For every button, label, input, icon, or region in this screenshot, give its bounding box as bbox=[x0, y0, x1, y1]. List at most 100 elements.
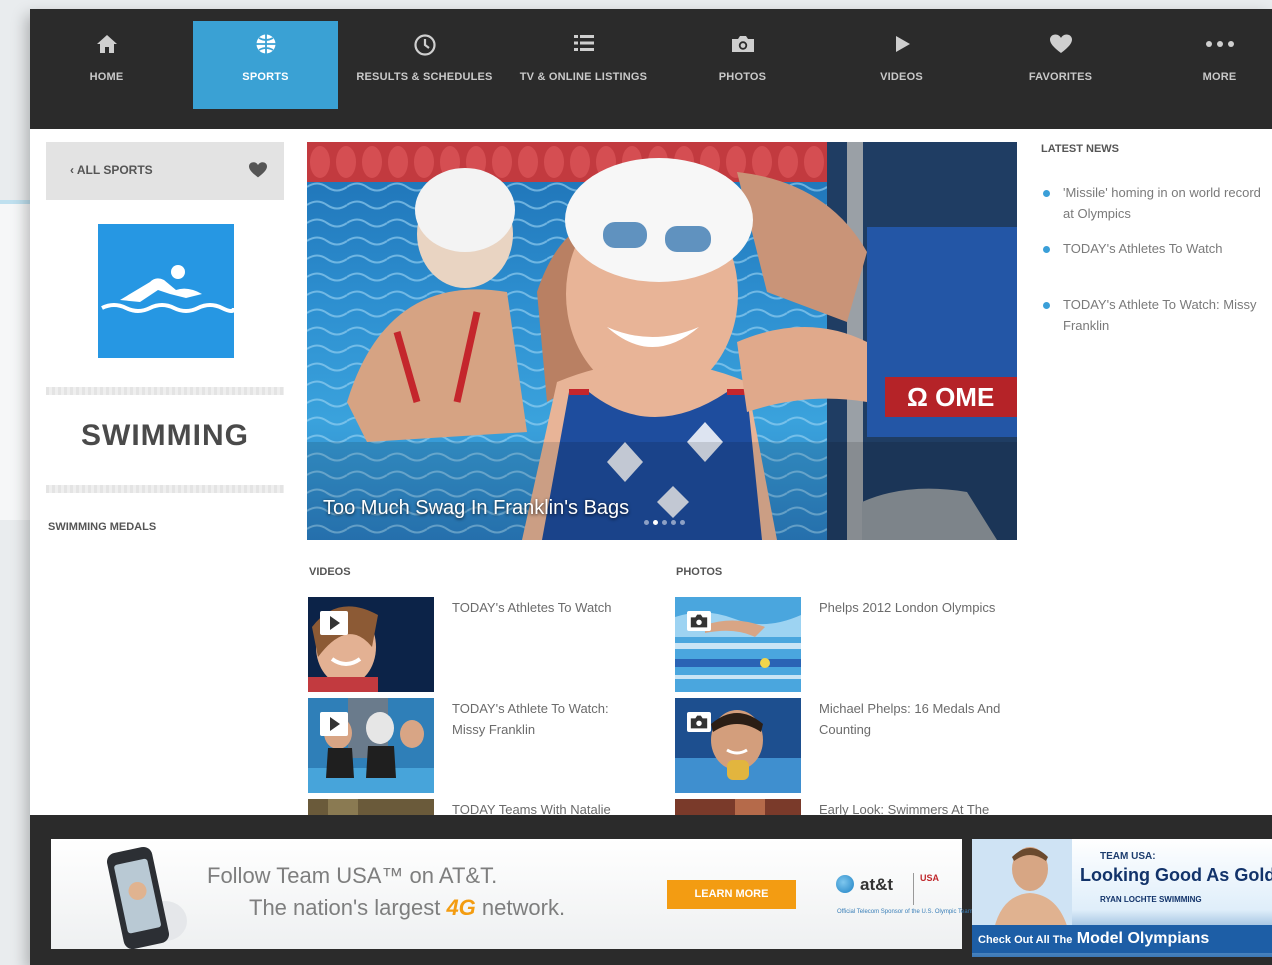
swimming-icon bbox=[98, 224, 236, 358]
photo-thumbnail bbox=[675, 698, 801, 793]
photo-item[interactable]: Phelps 2012 London Olympics bbox=[675, 597, 1015, 693]
video-thumbnail bbox=[308, 698, 434, 793]
home-icon bbox=[34, 33, 179, 59]
more-icon bbox=[1147, 33, 1272, 59]
all-sports-back-link[interactable]: ‹ ALL SPORTS bbox=[70, 163, 153, 177]
news-title: 'Missile' homing in on world record at O… bbox=[1063, 185, 1261, 221]
nav-home[interactable]: HOME bbox=[34, 21, 179, 109]
nav-videos[interactable]: VIDEOS bbox=[829, 21, 974, 109]
nav-videos-label: VIDEOS bbox=[880, 71, 923, 83]
video-item[interactable]: TODAY's Athletes To Watch bbox=[308, 597, 648, 693]
clock-icon bbox=[352, 33, 497, 59]
ad-cta-big: Model Olympians bbox=[1076, 930, 1210, 947]
ad-team-label: TEAM USA: bbox=[1100, 851, 1156, 862]
ad-headline: Follow Team USA™ on AT&T. bbox=[207, 863, 498, 888]
4g-logo: 4G bbox=[446, 895, 476, 920]
photo-title: Early Look: Swimmers At The bbox=[819, 802, 990, 816]
nav-photos[interactable]: PHOTOS bbox=[670, 21, 815, 109]
play-icon bbox=[829, 33, 974, 59]
video-title: TODAY's Athletes To Watch bbox=[452, 600, 612, 615]
carousel-dot[interactable] bbox=[644, 520, 649, 525]
hero-carousel[interactable]: Ω OME Too Much Swag In Franklin's Bags bbox=[307, 142, 1017, 540]
att-logo-text: at&t bbox=[860, 875, 894, 894]
news-title: TODAY's Athletes To Watch bbox=[1063, 241, 1223, 256]
nav-results-label: RESULTS & SCHEDULES bbox=[356, 71, 493, 83]
ad-model-photo bbox=[972, 839, 1072, 929]
ad-subline: RYAN LOCHTE SWIMMING bbox=[1100, 895, 1202, 904]
att-ad-banner[interactable]: Follow Team USA™ on AT&T. The nation's l… bbox=[51, 839, 973, 950]
globe-icon bbox=[836, 875, 854, 893]
hero-image: Ω OME bbox=[307, 142, 1017, 540]
nav-more-label: MORE bbox=[1202, 71, 1237, 83]
photos-heading: PHOTOS bbox=[676, 566, 723, 578]
video-item[interactable]: TODAY's Athlete To Watch: Missy Franklin bbox=[308, 698, 648, 794]
ad-subline: The nation's largest 4G network. bbox=[249, 895, 565, 921]
play-icon bbox=[320, 712, 348, 736]
sport-title: SWIMMING bbox=[81, 419, 249, 452]
bullet-icon bbox=[1043, 302, 1050, 309]
svg-text:Ω OME: Ω OME bbox=[907, 382, 994, 412]
ad-headline: Looking Good As Gold bbox=[1080, 865, 1272, 885]
news-item[interactable]: 'Missile' homing in on world record at O… bbox=[1041, 182, 1261, 224]
photo-title: Michael Phelps: 16 Medals And Counting bbox=[819, 701, 1001, 737]
carousel-dot[interactable] bbox=[671, 520, 676, 525]
page: HOME SPORTS RESULTS & SCHEDULES TV & ONL… bbox=[0, 0, 1272, 965]
nav-favorites-label: FAVORITES bbox=[1028, 71, 1093, 83]
video-item[interactable]: TODAY Teams With Natalie bbox=[308, 799, 648, 816]
all-sports-bar: ‹ ALL SPORTS bbox=[46, 142, 284, 200]
heart-icon bbox=[988, 33, 1133, 59]
usa-badge: USA bbox=[913, 873, 943, 905]
nav-more[interactable]: MORE bbox=[1147, 21, 1272, 109]
nav-tv-listings[interactable]: TV & ONLINE LISTINGS bbox=[511, 21, 656, 109]
carousel-dot[interactable] bbox=[653, 520, 658, 525]
hero-caption: Too Much Swag In Franklin's Bags bbox=[323, 497, 630, 519]
photo-title: Phelps 2012 London Olympics bbox=[819, 600, 996, 615]
news-item[interactable]: TODAY's Athlete To Watch: Missy Franklin bbox=[1041, 294, 1261, 336]
favorite-heart-icon[interactable] bbox=[248, 161, 268, 184]
swimming-medals-link[interactable]: SWIMMING MEDALS bbox=[48, 521, 156, 533]
nav-favorites[interactable]: FAVORITES bbox=[988, 21, 1133, 109]
news-title: TODAY's Athlete To Watch: Missy Franklin bbox=[1063, 297, 1257, 333]
list-icon bbox=[511, 33, 656, 59]
nav-home-label: HOME bbox=[89, 71, 124, 83]
ad-subline-pre: The nation's largest bbox=[249, 895, 441, 920]
ad-cta-small: Check Out All The bbox=[978, 934, 1073, 946]
att-logo: at&t bbox=[836, 875, 893, 895]
nav-sports[interactable]: SPORTS bbox=[193, 21, 338, 109]
top-navigation: HOME SPORTS RESULTS & SCHEDULES TV & ONL… bbox=[30, 9, 1272, 129]
camera-icon bbox=[670, 33, 815, 59]
carousel-dot[interactable] bbox=[662, 520, 667, 525]
bullet-icon bbox=[1043, 190, 1050, 197]
nav-results-schedules[interactable]: RESULTS & SCHEDULES bbox=[352, 21, 497, 109]
video-thumbnail bbox=[308, 799, 434, 816]
nav-photos-label: PHOTOS bbox=[718, 71, 767, 83]
ad-cta[interactable]: Check Out All The Model Olympians bbox=[972, 925, 1272, 953]
ad-subline-post: network. bbox=[481, 895, 566, 920]
videos-heading: VIDEOS bbox=[309, 566, 351, 578]
nav-sports-label: SPORTS bbox=[242, 71, 289, 83]
phone-icon bbox=[106, 845, 187, 954]
carousel-dot[interactable] bbox=[680, 520, 685, 525]
ad-footer: Follow Team USA™ on AT&T. The nation's l… bbox=[30, 815, 1272, 965]
chevron-left-icon: ‹ bbox=[70, 163, 77, 177]
video-title: TODAY's Athlete To Watch: Missy Franklin bbox=[452, 701, 609, 737]
globe-icon bbox=[193, 33, 338, 59]
app-window: HOME SPORTS RESULTS & SCHEDULES TV & ONL… bbox=[30, 9, 1272, 965]
video-thumbnail bbox=[308, 597, 434, 692]
photo-thumbnail bbox=[675, 597, 801, 692]
carousel-dots bbox=[642, 512, 687, 530]
camera-icon bbox=[687, 712, 711, 732]
learn-more-button[interactable]: LEARN MORE bbox=[667, 880, 796, 909]
divider bbox=[46, 485, 284, 493]
photo-item[interactable]: Early Look: Swimmers At The bbox=[675, 799, 1015, 816]
lochte-ad-banner[interactable]: TEAM USA: Looking Good As Gold RYAN LOCH… bbox=[972, 839, 1272, 957]
bullet-icon bbox=[1043, 246, 1050, 253]
att-tagline: Official Telecom Sponsor of the U.S. Oly… bbox=[837, 909, 973, 915]
photo-item[interactable]: Michael Phelps: 16 Medals And Counting bbox=[675, 698, 1015, 794]
news-item[interactable]: TODAY's Athletes To Watch bbox=[1041, 238, 1261, 259]
nav-tv-label: TV & ONLINE LISTINGS bbox=[519, 71, 648, 83]
photo-thumbnail bbox=[675, 799, 801, 816]
divider bbox=[46, 387, 284, 395]
all-sports-label: ALL SPORTS bbox=[76, 163, 153, 177]
video-title: TODAY Teams With Natalie bbox=[452, 802, 611, 816]
